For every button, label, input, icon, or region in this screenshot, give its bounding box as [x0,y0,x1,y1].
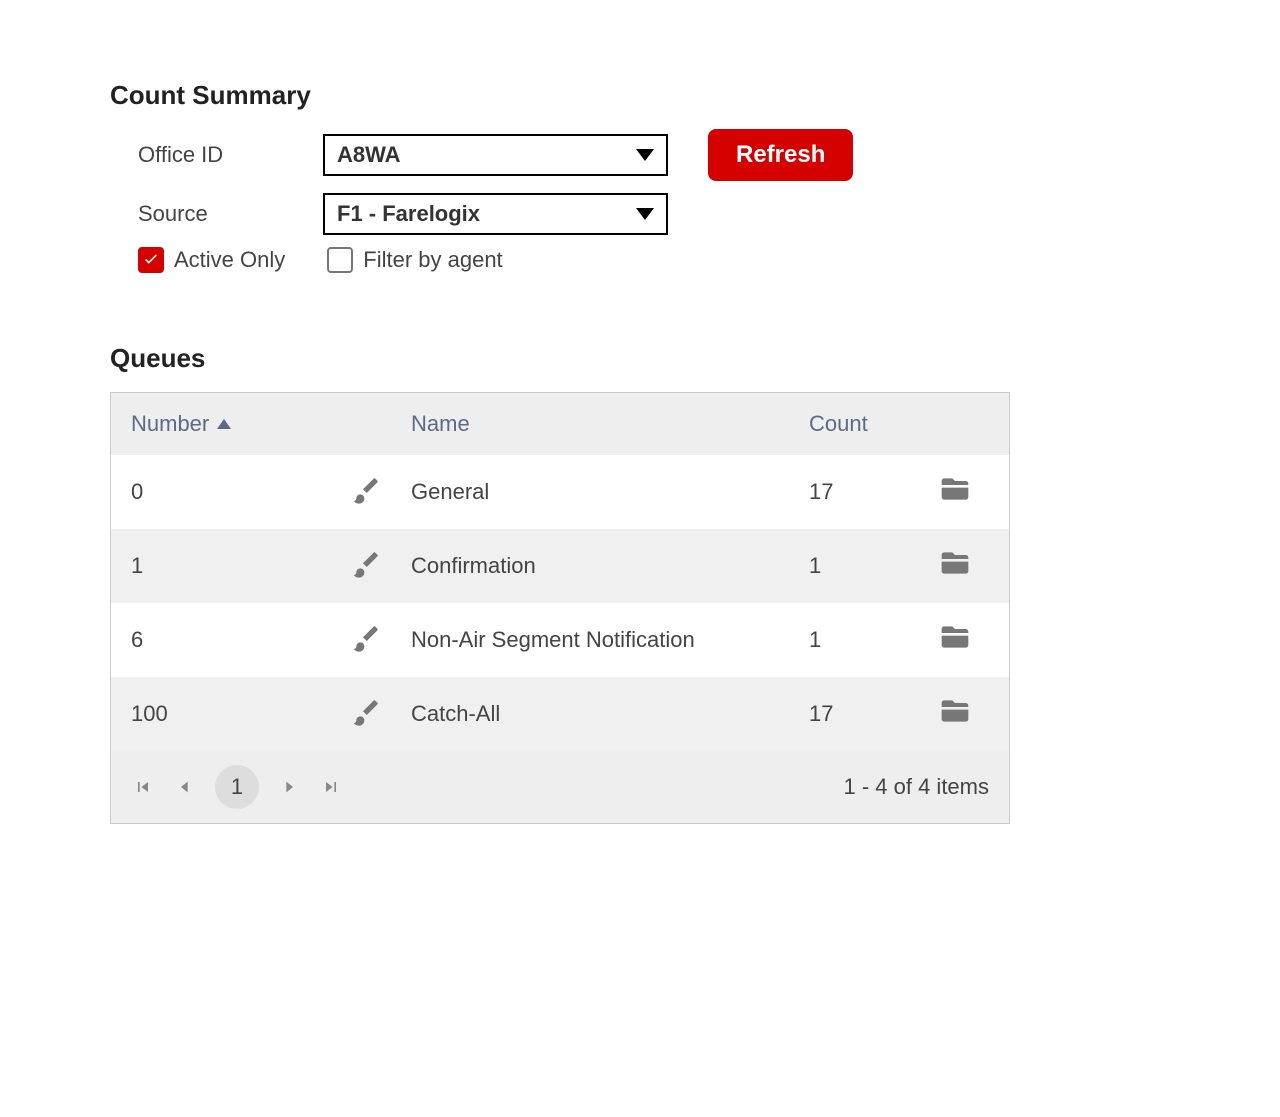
brush-icon [351,695,383,727]
row-count: 17 [809,479,939,505]
table-row[interactable]: 100 Catch-All17 [111,677,1009,751]
chevron-down-icon [636,208,654,220]
row-number: 0 [131,479,351,505]
col-icon-header [351,411,411,437]
office-id-select-wrap: A8WA [323,134,668,176]
col-folder-header [939,411,989,437]
brush-icon [351,547,383,579]
filter-by-agent-label: Filter by agent [363,247,502,273]
folder-icon [939,621,971,653]
row-folder-button[interactable] [939,621,989,659]
filters-container: Office ID A8WA Refresh Source F1 - Farel… [110,129,1250,273]
source-value: F1 - Farelogix [337,201,480,227]
row-folder-button[interactable] [939,547,989,585]
pager-left: 1 [131,765,343,809]
pager-info: 1 - 4 of 4 items [843,774,989,800]
queues-title: Queues [110,343,1250,374]
row-count: 17 [809,701,939,727]
source-label: Source [138,201,323,227]
row-brush-button[interactable] [351,547,411,585]
source-row: Source F1 - Farelogix [138,193,1250,235]
row-brush-button[interactable] [351,473,411,511]
brush-icon [351,621,383,653]
row-name: General [411,479,809,505]
pager-prev-button[interactable] [173,775,197,799]
sort-asc-icon [217,419,231,429]
source-select[interactable]: F1 - Farelogix [323,193,668,235]
office-id-row: Office ID A8WA Refresh [138,129,1250,181]
table-row[interactable]: 0 General17 [111,455,1009,529]
grid-header: Number Name Count [111,393,1009,455]
next-page-icon [281,779,297,795]
row-count: 1 [809,553,939,579]
row-count: 1 [809,627,939,653]
folder-icon [939,547,971,579]
last-page-icon [321,777,341,797]
pager: 1 1 - 4 of 4 items [111,751,1009,823]
active-only-checkbox[interactable] [138,247,164,273]
pager-current-page[interactable]: 1 [215,765,259,809]
pager-last-button[interactable] [319,775,343,799]
row-folder-button[interactable] [939,473,989,511]
filter-by-agent-checkbox[interactable] [327,247,353,273]
col-number-label: Number [131,411,209,437]
prev-page-icon [177,779,193,795]
pager-first-button[interactable] [131,775,155,799]
col-name-header[interactable]: Name [411,411,809,437]
row-brush-button[interactable] [351,621,411,659]
col-count-header[interactable]: Count [809,411,939,437]
active-only-label: Active Only [174,247,285,273]
row-name: Confirmation [411,553,809,579]
office-id-value: A8WA [337,142,401,168]
brush-icon [351,473,383,505]
row-folder-button[interactable] [939,695,989,733]
row-name: Non-Air Segment Notification [411,627,809,653]
first-page-icon [133,777,153,797]
table-row[interactable]: 1Confirmation1 [111,529,1009,603]
row-number: 1 [131,553,351,579]
office-id-select[interactable]: A8WA [323,134,668,176]
col-number-header[interactable]: Number [131,411,351,437]
folder-icon [939,695,971,727]
refresh-button[interactable]: Refresh [708,129,853,181]
table-row[interactable]: 6 Non-Air Segment Notification1 [111,603,1009,677]
row-number: 100 [131,701,351,727]
row-name: Catch-All [411,701,809,727]
chevron-down-icon [636,149,654,161]
checkbox-row: Active Only Filter by agent [138,247,1250,273]
pager-next-button[interactable] [277,775,301,799]
row-brush-button[interactable] [351,695,411,733]
check-icon [142,251,160,269]
count-summary-title: Count Summary [110,80,1250,111]
queues-grid: Number Name Count 0General171Confirmatio… [110,392,1010,824]
queues-section: Queues Number Name Count 0General171Conf… [110,343,1250,824]
row-number: 6 [131,627,351,653]
folder-icon [939,473,971,505]
office-id-label: Office ID [138,142,323,168]
source-select-wrap: F1 - Farelogix [323,193,668,235]
